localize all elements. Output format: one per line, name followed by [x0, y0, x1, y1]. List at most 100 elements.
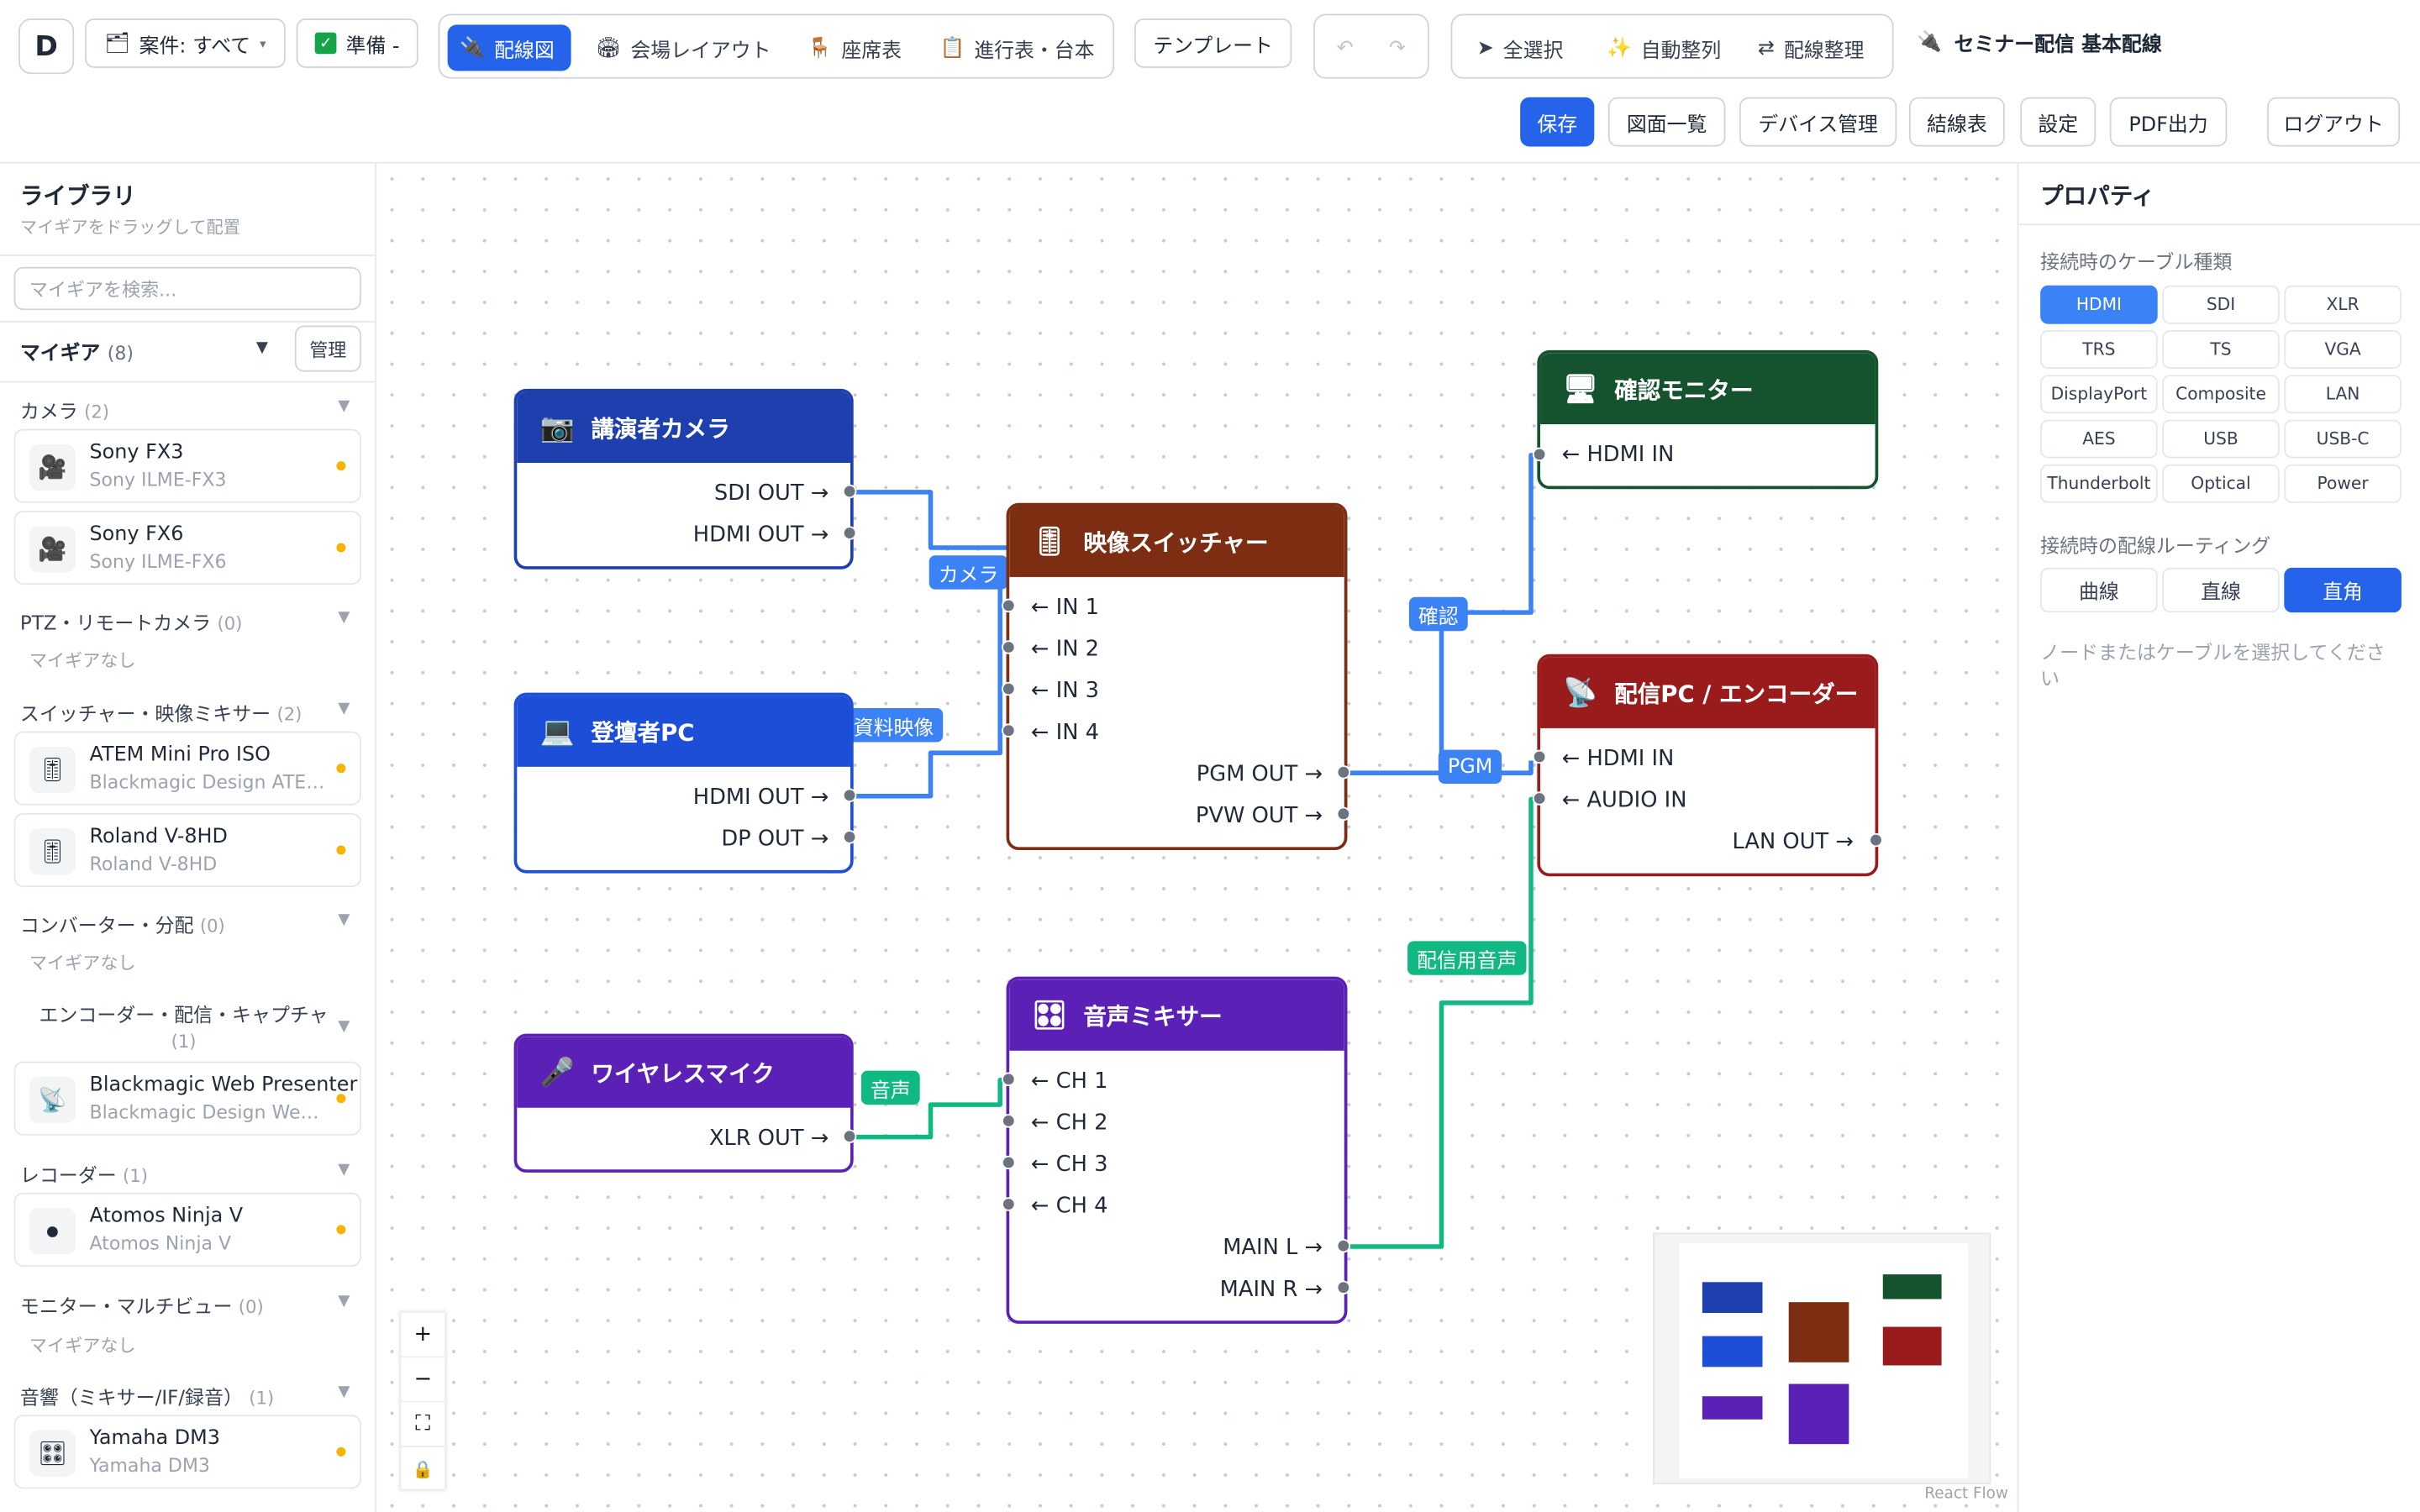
routing-straight-button[interactable]: 直線 — [2162, 567, 2280, 613]
minimap-node — [1882, 1326, 1942, 1366]
handle-enc-audio-in[interactable] — [1532, 791, 1547, 806]
cable-type-chip-ts[interactable]: TS — [2162, 330, 2280, 369]
node-audio-mixer[interactable]: 🎛 音声ミキサー ← CH 1 ← CH 2 ← CH 3 ← CH 4 MAIN… — [1006, 976, 1348, 1324]
handle-sw-in1[interactable] — [1002, 598, 1016, 613]
node-title: 映像スイッチャー — [1083, 528, 1269, 557]
handle-cam-sdi-out[interactable] — [842, 484, 857, 499]
port-pvw-out: PVW OUT → — [1195, 803, 1323, 829]
node-speaker-camera[interactable]: 📷 講演者カメラ SDI OUT → HDMI OUT → — [513, 388, 854, 570]
cable-type-chip-composite[interactable]: Composite — [2162, 375, 2280, 414]
handle-mic-xlr-out[interactable] — [842, 1129, 857, 1143]
cable-type-chip-optical[interactable]: Optical — [2162, 464, 2280, 503]
port-in-3: ← IN 3 — [1030, 679, 1099, 704]
node-header: 🎤 ワイヤレスマイク — [517, 1037, 851, 1108]
minimap-viewport — [1679, 1243, 1968, 1478]
edge-camera[interactable] — [850, 490, 1010, 550]
node-title: ワイヤレスマイク — [591, 1058, 775, 1087]
node-header: 🎛 音声ミキサー — [1009, 979, 1344, 1051]
edge-label-pgm[interactable]: PGM — [1438, 749, 1502, 785]
properties-title: プロパティ — [2040, 181, 2155, 210]
handle-mx-main-r[interactable] — [1336, 1280, 1351, 1294]
zoom-in-button[interactable]: + — [401, 1313, 445, 1358]
handle-sw-in4[interactable] — [1002, 723, 1016, 738]
edge-slides[interactable] — [850, 564, 1010, 799]
node-title: 配信PC / エンコーダー — [1614, 680, 1859, 708]
cable-type-chip-xlr[interactable]: XLR — [2284, 285, 2402, 324]
handle-mx-ch1[interactable] — [1002, 1072, 1016, 1087]
handle-enc-hdmi-in[interactable] — [1532, 749, 1547, 764]
node-presenter-pc[interactable]: 💻 登壇者PC HDMI OUT → DP OUT → — [513, 692, 854, 874]
handle-sw-in2[interactable] — [1002, 640, 1016, 654]
handle-mx-main-l[interactable] — [1336, 1238, 1351, 1253]
port-ch-4: ← CH 4 — [1030, 1194, 1108, 1219]
port-sdi-out: SDI OUT → — [713, 481, 829, 507]
node-header: 🎚 映像スイッチャー — [1009, 506, 1344, 577]
cable-type-label: 接続時のケーブル種類 — [2040, 249, 2233, 274]
satellite-icon: 📡 — [1563, 676, 1598, 709]
port-main-l: MAIN L → — [1223, 1236, 1323, 1261]
node-title: 講演者カメラ — [591, 414, 730, 443]
fit-view-button[interactable]: ⛶ — [401, 1403, 445, 1447]
handle-sw-pvw[interactable] — [1336, 806, 1351, 822]
routing-label: 接続時の配線ルーティング — [2040, 533, 2271, 558]
port-in-2: ← IN 2 — [1030, 637, 1099, 662]
handle-mx-ch4[interactable] — [1002, 1197, 1016, 1211]
cable-type-chip-trs[interactable]: TRS — [2040, 330, 2158, 369]
cable-type-chip-usb[interactable]: USB — [2162, 419, 2280, 459]
minimap-node — [1702, 1396, 1763, 1420]
edge-label-camera[interactable]: カメラ — [929, 555, 1008, 590]
port-dp-out: DP OUT → — [721, 827, 829, 852]
cable-type-chip-thunderbolt[interactable]: Thunderbolt — [2040, 464, 2158, 503]
edge-stream-audio[interactable] — [1344, 796, 1541, 1249]
port-ch-2: ← CH 2 — [1030, 1110, 1108, 1136]
port-audio-in: ← AUDIO IN — [1561, 788, 1687, 813]
port-pgm-out: PGM OUT → — [1196, 762, 1323, 787]
edge-label-audio[interactable]: 音声 — [860, 1070, 920, 1105]
handle-pc-dp-out[interactable] — [842, 830, 857, 844]
lock-button[interactable]: 🔒 — [402, 1447, 445, 1492]
cable-type-chip-vga[interactable]: VGA — [2284, 330, 2402, 369]
handle-enc-lan-out[interactable] — [1869, 832, 1883, 848]
node-header: 🖥 確認モニター — [1540, 353, 1876, 425]
minimap-node — [1788, 1383, 1849, 1445]
mixer-icon: 🎛 — [1031, 999, 1067, 1032]
cable-type-chip-hdmi[interactable]: HDMI — [2040, 285, 2158, 324]
routing-curve-button[interactable]: 曲線 — [2040, 567, 2158, 613]
node-title: 登壇者PC — [591, 717, 695, 747]
cable-type-chip-aes[interactable]: AES — [2040, 419, 2158, 459]
handle-cam-hdmi-out[interactable] — [842, 526, 857, 540]
port-hdmi-in: ← HDMI IN — [1561, 746, 1675, 772]
react-flow-attribution[interactable]: React Flow — [1924, 1486, 2008, 1503]
handle-mx-ch3[interactable] — [1002, 1155, 1016, 1170]
handle-sw-pgm[interactable] — [1336, 765, 1351, 780]
node-wireless-mic[interactable]: 🎤 ワイヤレスマイク XLR OUT → — [513, 1033, 854, 1173]
handle-mx-ch2[interactable] — [1002, 1114, 1016, 1128]
monitor-icon: 🖥 — [1562, 372, 1598, 406]
handle-sw-in3[interactable] — [1002, 681, 1016, 696]
cable-type-chip-lan[interactable]: LAN — [2284, 375, 2402, 414]
minimap-node — [1882, 1274, 1942, 1299]
port-ch-3: ← CH 3 — [1030, 1152, 1108, 1178]
camera-icon: 📷 — [539, 411, 575, 444]
cable-type-chip-sdi[interactable]: SDI — [2162, 285, 2280, 324]
node-title: 確認モニター — [1614, 375, 1754, 404]
node-title: 音声ミキサー — [1083, 1001, 1223, 1030]
port-in-4: ← IN 4 — [1030, 720, 1099, 746]
edge-label-confirm[interactable]: 確認 — [1408, 596, 1468, 632]
cable-type-chip-usb-c[interactable]: USB-C — [2284, 419, 2402, 459]
zoom-out-button[interactable]: − — [401, 1357, 445, 1403]
node-video-switcher[interactable]: 🎚 映像スイッチャー ← IN 1 ← IN 2 ← IN 3 ← IN 4 PG… — [1006, 502, 1348, 851]
node-stream-encoder[interactable]: 📡 配信PC / エンコーダー ← HDMI IN ← AUDIO IN LAN … — [1537, 654, 1879, 877]
minimap[interactable] — [1653, 1232, 1991, 1484]
cable-type-chip-power[interactable]: Power — [2284, 464, 2402, 503]
minimap-node — [1702, 1336, 1763, 1368]
node-confirm-monitor[interactable]: 🖥 確認モニター ← HDMI IN — [1537, 349, 1879, 490]
edge-label-stream-audio[interactable]: 配信用音声 — [1407, 941, 1527, 975]
handle-pc-hdmi-out[interactable] — [842, 788, 857, 803]
edge-label-slides[interactable]: 資料映像 — [844, 708, 944, 743]
handle-mon-hdmi-in[interactable] — [1532, 447, 1547, 462]
cable-type-chip-displayport[interactable]: DisplayPort — [2040, 375, 2158, 414]
slider-icon: 🎚 — [1031, 525, 1067, 558]
node-header: 📡 配信PC / エンコーダー — [1540, 657, 1876, 728]
routing-orthogonal-button[interactable]: 直角 — [2284, 567, 2402, 613]
